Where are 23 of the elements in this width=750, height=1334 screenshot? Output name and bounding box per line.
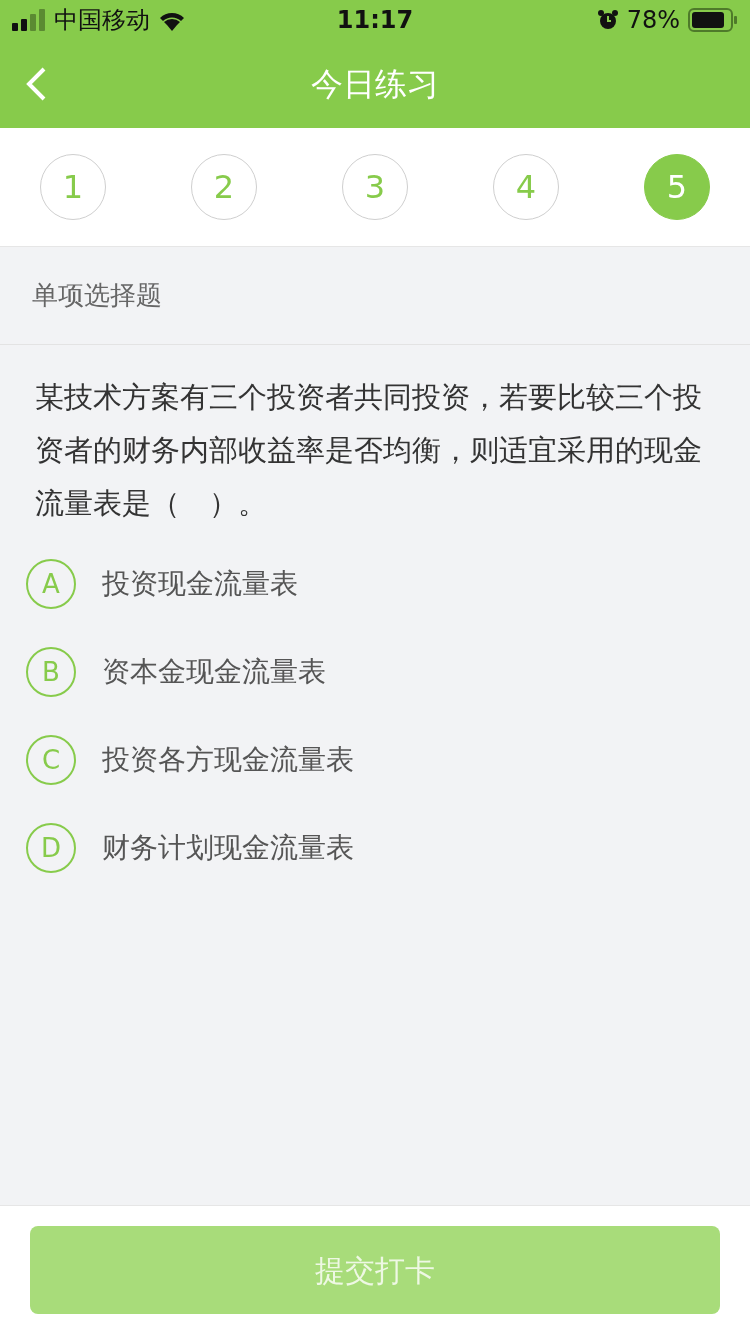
question-number[interactable]: 1 <box>40 154 106 220</box>
battery-icon <box>688 8 738 32</box>
question-number[interactable]: 5 <box>644 154 710 220</box>
option-text[interactable]: 财务计划现金流量表 <box>102 827 354 869</box>
section-title: 单项选择题 <box>32 279 162 312</box>
option-letter-radio[interactable]: A <box>26 559 76 609</box>
question-number[interactable]: 2 <box>191 154 257 220</box>
option-letter-radio[interactable]: D <box>26 823 76 873</box>
clock-time: 11:17 <box>336 5 414 36</box>
option-letter-radio[interactable]: B <box>26 647 76 697</box>
page-title: 今日练习 <box>311 64 439 105</box>
option-text[interactable]: 投资各方现金流量表 <box>102 739 354 781</box>
option-text[interactable]: 资本金现金流量表 <box>102 651 326 693</box>
carrier-name: 中国移动 <box>54 5 150 36</box>
option-letter-radio[interactable]: C <box>26 735 76 785</box>
option-text[interactable]: 投资现金流量表 <box>102 563 298 605</box>
alarm-clock-icon <box>596 9 619 31</box>
battery-percent: 78% <box>626 5 680 36</box>
question-text: 某技术方案有三个投资者共同投资，若要比较三个投资者的财务内部收益率是否均衡，则适宜采用的现金流量表是（ ）。 <box>34 379 703 522</box>
back-button[interactable] <box>24 66 48 102</box>
signal-icon <box>12 9 46 31</box>
question-number[interactable]: 4 <box>493 154 559 220</box>
question-number[interactable]: 3 <box>342 154 408 220</box>
